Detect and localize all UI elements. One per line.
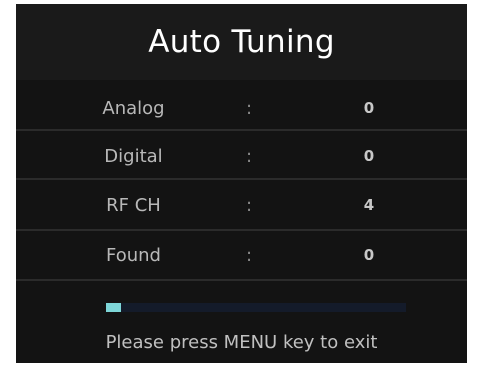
tuning-progress-fill xyxy=(106,303,121,312)
exit-hint: Please press MENU key to exit xyxy=(105,332,378,353)
analog-separator: : xyxy=(245,98,253,119)
digital-separator: : xyxy=(245,146,253,167)
row-analog: Analog : 0 xyxy=(16,84,467,133)
title-bar: Auto Tuning xyxy=(16,4,467,80)
found-count: 0 xyxy=(363,246,375,264)
analog-label: Analog xyxy=(102,98,165,119)
auto-tuning-dialog: Auto Tuning Analog : 0 Digital : 0 RF CH… xyxy=(16,4,467,363)
divider xyxy=(16,129,467,131)
tuning-progress-bar xyxy=(106,303,406,312)
digital-count: 0 xyxy=(363,147,375,165)
rf-ch-count: 4 xyxy=(363,196,375,214)
digital-label: Digital xyxy=(104,146,163,167)
found-separator: : xyxy=(245,245,253,266)
row-rf-ch: RF CH : 4 xyxy=(16,181,467,230)
found-label: Found xyxy=(106,245,161,266)
divider xyxy=(16,178,467,180)
rf-ch-separator: : xyxy=(245,195,253,216)
divider xyxy=(16,279,467,281)
analog-count: 0 xyxy=(363,99,375,117)
rf-ch-label: RF CH xyxy=(106,195,161,216)
row-digital: Digital : 0 xyxy=(16,132,467,181)
row-found: Found : 0 xyxy=(16,231,467,280)
dialog-title: Auto Tuning xyxy=(148,24,335,60)
